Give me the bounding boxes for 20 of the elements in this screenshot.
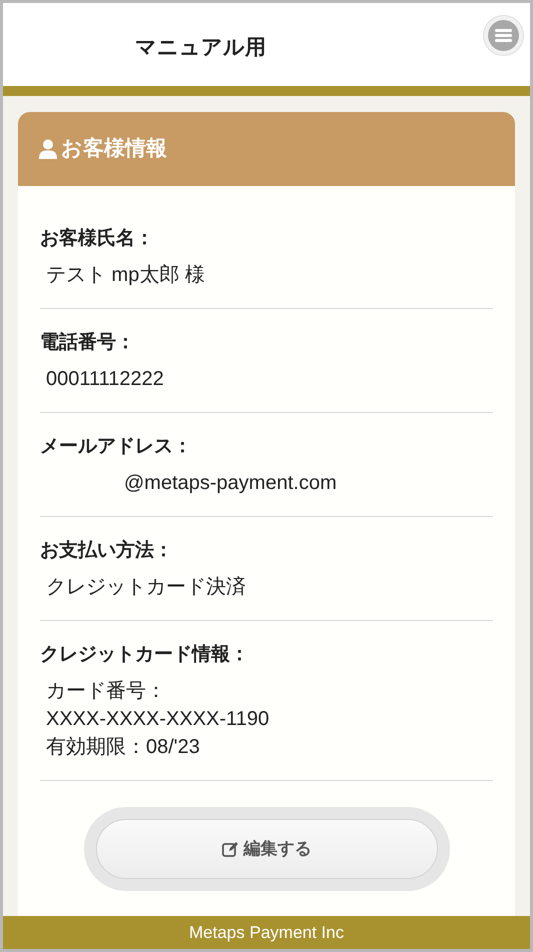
person-icon [39,139,57,159]
field-label: メールアドレス： [40,435,193,459]
footer: Metaps Payment Inc [3,916,530,949]
field-value: カード番号： [45,679,167,704]
field-label: お客様氏名： [40,226,155,251]
card-title: お客様情報 [61,136,167,162]
field-label: お支払い方法： [40,538,174,563]
field-label: クレジットカード情報： [40,643,250,667]
field-value: @metaps-payment.com [123,471,338,496]
field-value: テスト mp太郎 様 [45,263,206,288]
field-label: 電話番号： [40,330,136,355]
menu-icon [488,20,519,51]
field-value: 有効期限：08/'23 [45,735,201,760]
menu-button[interactable] [483,15,524,56]
field-value: XXXX-XXXX-XXXX-1190 [45,707,270,732]
field-value: クレジットカード決済 [45,575,247,600]
edit-button[interactable]: 編集する [96,819,438,879]
edit-icon [222,840,238,858]
page-title: マニュアル用 [135,34,266,61]
field-value: 00011112222 [45,367,165,392]
